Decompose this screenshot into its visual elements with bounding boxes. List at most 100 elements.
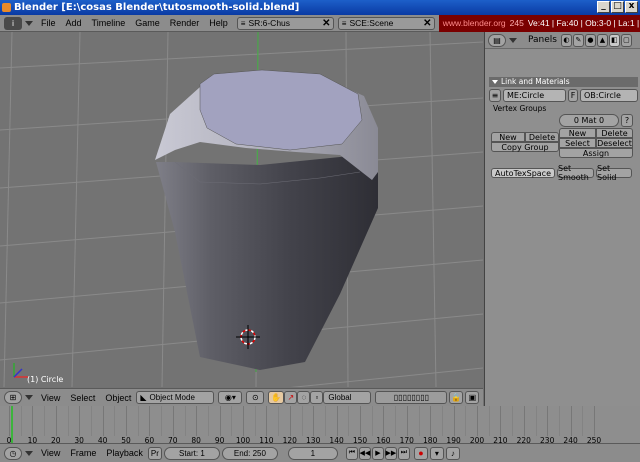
lock-layers-icon[interactable]: 🔒 — [449, 391, 464, 404]
browse-screen-icon[interactable]: ≡ — [241, 19, 246, 28]
screen-selector[interactable]: ≡ SR:6-Chus ✕ — [236, 16, 334, 30]
fake-user-button[interactable]: F — [568, 89, 578, 102]
timeline-tick — [570, 406, 572, 436]
collapse-menu-icon[interactable] — [25, 20, 33, 26]
start-frame-field[interactable]: Start: 1 — [163, 446, 220, 460]
menu-help[interactable]: Help — [204, 18, 233, 28]
jump-start-icon[interactable]: ⏮ — [345, 446, 358, 460]
timeline-minor-tick — [114, 406, 116, 436]
menu-object[interactable]: Object — [100, 393, 136, 403]
3d-viewport[interactable]: (1) Circle — [0, 32, 483, 387]
timeline-menu-view[interactable]: View — [36, 448, 65, 458]
info-header: i File Add Timeline Game Render Help ≡ S… — [0, 14, 640, 32]
mode-selector[interactable]: ◣ Object Mode — [136, 391, 215, 404]
editor-type-button[interactable]: i — [4, 16, 22, 30]
mesh-name-field[interactable]: ME:Circle — [503, 89, 566, 102]
orientation-selector[interactable]: Global — [323, 391, 372, 404]
script-context-icon[interactable]: ✎ — [572, 33, 584, 47]
menu-view[interactable]: View — [36, 393, 65, 403]
browse-mesh-icon[interactable]: ≡ — [489, 89, 501, 102]
timeline-tick-label: 160 — [376, 436, 391, 443]
viewport-canvas[interactable] — [0, 32, 483, 387]
menu-add[interactable]: Add — [61, 18, 87, 28]
maximize-button[interactable]: □ — [611, 1, 624, 13]
material-delete-button[interactable]: Delete — [596, 128, 633, 138]
draw-type-button[interactable]: ◉▾ — [218, 391, 243, 404]
material-help-button[interactable]: ? — [621, 114, 633, 127]
vgroup-new-button[interactable]: New — [491, 132, 525, 142]
vgroup-delete-button[interactable]: Delete — [525, 132, 559, 142]
screen-name[interactable]: SR:6-Chus — [248, 18, 290, 28]
panels-menu[interactable]: Panels — [528, 35, 557, 45]
menu-select[interactable]: Select — [65, 393, 100, 403]
jump-end-icon[interactable]: ⏭ — [397, 446, 410, 460]
set-smooth-button[interactable]: Set Smooth — [557, 164, 594, 182]
view-editor-type-button[interactable]: ⊞ — [4, 391, 22, 404]
scene-selector[interactable]: ≡ SCE:Scene ✕ — [337, 16, 435, 30]
collapse-timeline-header-icon[interactable] — [25, 450, 33, 456]
menu-file[interactable]: File — [36, 18, 61, 28]
object-name-field[interactable]: OB:Circle — [580, 89, 638, 102]
delete-screen-icon[interactable]: ✕ — [321, 18, 332, 29]
rotate-manipulator-icon[interactable]: ◌ — [297, 391, 311, 404]
autotexspace-toggle[interactable]: AutoTexSpace — [491, 168, 555, 178]
timeline-menu-frame[interactable]: Frame — [65, 448, 101, 458]
delete-scene-icon[interactable]: ✕ — [422, 18, 433, 29]
next-keyframe-icon[interactable]: ▶▶ — [384, 446, 397, 460]
timeline-area[interactable]: 0 10 20 30 40 50 60 70 80 90 100 110 120 130 140 150 160… — [0, 406, 640, 443]
prev-keyframe-icon[interactable]: ◀◀ — [358, 446, 371, 460]
mode-label: Object Mode — [149, 393, 195, 402]
stats-bar: www.blender.org 245 Ve:41 | Fa:40 | Ob:3… — [438, 14, 640, 32]
timeline-minor-tick — [488, 406, 490, 436]
timeline-tick-label: 170 — [399, 436, 414, 443]
blender-org-link[interactable]: www.blender.org — [443, 18, 506, 28]
material-deselect-button[interactable]: Deselect — [596, 138, 633, 148]
editing-context-icon[interactable]: ◧ — [608, 33, 620, 47]
keying-set-icon[interactable]: ▾ — [429, 446, 444, 460]
link-materials-panel-title[interactable]: Link and Materials — [489, 77, 638, 87]
timeline-menu-playback[interactable]: Playback — [101, 448, 148, 458]
scene-name[interactable]: SCE:Scene — [349, 18, 393, 28]
timeline-tick — [500, 406, 502, 436]
collapse-header-icon[interactable] — [25, 395, 33, 400]
timeline-minor-tick — [558, 406, 560, 436]
material-assign-button[interactable]: Assign — [559, 148, 633, 158]
collapse-buttons-header-icon[interactable] — [509, 37, 517, 43]
hand-manipulator-icon[interactable]: ✋ — [268, 391, 285, 404]
preview-range-button[interactable]: Pr — [147, 446, 162, 460]
menu-game[interactable]: Game — [130, 18, 165, 28]
timeline-tick — [243, 406, 244, 436]
timeline-tick — [383, 406, 385, 436]
sync-icon[interactable]: ♪ — [445, 446, 460, 460]
current-frame-field[interactable]: 1 — [287, 446, 338, 460]
play-icon[interactable]: ▶ — [371, 446, 384, 460]
menu-render[interactable]: Render — [165, 18, 205, 28]
material-new-button[interactable]: New — [559, 128, 596, 138]
timeline-editor-type-button[interactable]: ◷ — [4, 446, 22, 460]
set-solid-button[interactable]: Set Solid — [596, 164, 632, 182]
translate-manipulator-icon[interactable]: ↗ — [284, 391, 298, 404]
timeline-minor-tick — [395, 406, 397, 436]
layers-buttons[interactable]: ▯▯▯▯▯▯▯▯ — [375, 391, 448, 404]
mesh-object-circle[interactable] — [155, 69, 378, 370]
scene-context-icon[interactable]: ▢ — [620, 33, 632, 47]
material-select-button[interactable]: Select — [559, 138, 596, 148]
material-index-stepper[interactable]: 0 Mat 0 — [559, 114, 619, 127]
render-preview-icon[interactable]: ▣ — [465, 391, 480, 404]
menu-timeline[interactable]: Timeline — [87, 18, 131, 28]
shading-context-icon[interactable]: ● — [584, 33, 596, 47]
copy-group-button[interactable]: Copy Group — [491, 142, 559, 152]
object-context-icon[interactable]: ▲ — [596, 33, 608, 47]
timeline-minor-tick — [90, 406, 92, 436]
scale-manipulator-icon[interactable]: ▫ — [310, 391, 324, 404]
end-frame-field[interactable]: End: 250 — [221, 446, 278, 460]
timeline-minor-tick — [20, 406, 22, 436]
pivot-button[interactable]: ⊙ — [246, 391, 265, 404]
current-frame-indicator[interactable] — [11, 406, 13, 443]
record-icon[interactable]: ● — [413, 446, 428, 460]
close-button[interactable]: x — [625, 1, 638, 13]
logic-context-icon[interactable]: ◐ — [560, 33, 572, 47]
minimize-button[interactable]: _ — [597, 1, 610, 13]
browse-scene-icon[interactable]: ≡ — [342, 19, 347, 28]
buttons-editor-type-button[interactable]: ▤ — [488, 33, 506, 47]
